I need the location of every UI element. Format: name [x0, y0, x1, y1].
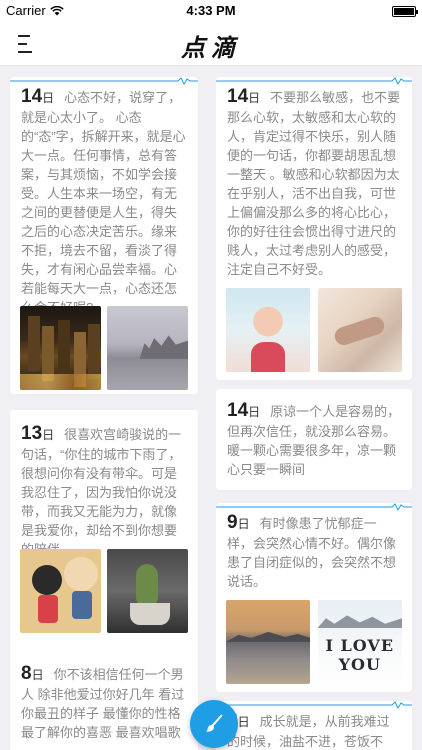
- page-title: 点滴: [181, 33, 241, 62]
- note-day-unit: 日: [42, 91, 55, 105]
- cactus-photo[interactable]: [107, 549, 188, 633]
- note-body: 不要那么敏感，也不要那么心软，太敏感和太心软的人，肯定过得不快乐，别人随便的一句…: [227, 90, 401, 277]
- note-text-block: 9日 有时像患了忧郁症一样，会突然心情不好。偶尔像患了自闭症似的，会突然不想说话。: [216, 503, 412, 591]
- note-text-block: 13日 很喜欢宫崎骏说的一句话，“你住的城市下雨了，很想问你有没有带伞。可是我忍住…: [10, 410, 198, 559]
- note-body: 很喜欢宫崎骏说的一句话，“你住的城市下雨了，很想问你有没有带伞。可是我忍住了，因…: [21, 427, 182, 557]
- compose-button[interactable]: [190, 700, 238, 748]
- note-day: 14: [227, 400, 249, 421]
- note-card[interactable]: 8日 你不该相信任何一个男人 除非他爱过你好几年 看过你最丑的样子 最懂你的性格 …: [10, 652, 198, 750]
- note-text-block: 14日 心态不好，说穿了，就是心太小了。 心态的“态”字，拆解开来，就是心大一点。…: [10, 77, 198, 317]
- note-photos: [20, 549, 188, 633]
- note-day-unit: 日: [237, 715, 250, 729]
- night-city-photo[interactable]: [20, 306, 101, 390]
- pulse-line-icon: [10, 77, 198, 85]
- brush-icon: [205, 714, 223, 732]
- note-body: 有时像患了忧郁症一样，会突然心情不好。偶尔像患了自闭症似的，会突然不想说话。: [227, 516, 397, 589]
- note-card[interactable]: 9日 有时像患了忧郁症一样，会突然心情不好。偶尔像患了自闭症似的，会突然不想说话。…: [216, 503, 412, 692]
- note-body: 成长就是，从前我难过的时候，油盐不进，苍饭不: [227, 714, 390, 749]
- note-photos: [20, 306, 188, 390]
- snow-love-photo[interactable]: I LOVE YOU: [317, 600, 402, 684]
- river-city-photo[interactable]: [226, 600, 311, 684]
- note-text-block: 14日 不要那么敏感，也不要那么心软，太敏感和太心软的人，肯定过得不快乐，别人随便…: [216, 77, 412, 279]
- note-card[interactable]: 14日 原谅一个人是容易的，但再次信任，就没那么容易。暖一颗心需要很多年，凉一颗心…: [216, 389, 412, 490]
- note-card[interactable]: 14日 不要那么敏感，也不要那么心软，太敏感和太心软的人，肯定过得不快乐，别人随便…: [216, 77, 412, 380]
- note-day-unit: 日: [248, 405, 261, 419]
- note-photos: [226, 288, 402, 372]
- pulse-line-icon: [216, 503, 412, 511]
- note-text-block: 8日 你不该相信任何一个男人 除非他爱过你好几年 看过你最丑的样子 最懂你的性格 …: [10, 652, 198, 742]
- cartoon-couple-photo[interactable]: [20, 549, 101, 633]
- note-day-unit: 日: [31, 668, 44, 682]
- note-body: 心态不好，说穿了，就是心太小了。 心态的“态”字，拆解开来，就是心大一点。任何事…: [21, 90, 186, 315]
- nav-bar: 点滴: [0, 22, 422, 66]
- holding-hands-photo[interactable]: [317, 288, 402, 372]
- note-day: 14: [21, 86, 43, 107]
- status-bar: Carrier 4:33 PM: [0, 0, 422, 22]
- feed[interactable]: 14日 心态不好，说穿了，就是心太小了。 心态的“态”字，拆解开来，就是心大一点。…: [0, 67, 422, 750]
- note-body: 你不该相信任何一个男人 除非他爱过你好几年 看过你最丑的样子 最懂你的性格 最了…: [21, 667, 185, 740]
- note-card[interactable]: 8日成长就是，从前我难过的时候，油盐不进，苍饭不: [216, 701, 412, 750]
- snow-photo-caption: I LOVE YOU: [325, 636, 395, 674]
- note-photos: I LOVE YOU: [226, 600, 402, 684]
- note-text-block: 14日 原谅一个人是容易的，但再次信任，就没那么容易。暖一颗心需要很多年，凉一颗心…: [216, 389, 412, 479]
- note-card[interactable]: 14日 心态不好，说穿了，就是心太小了。 心态的“态”字，拆解开来，就是心大一点。…: [10, 77, 198, 394]
- pulse-line-icon: [216, 77, 412, 85]
- note-day-unit: 日: [42, 428, 55, 442]
- note-day: 13: [21, 423, 43, 444]
- harbor-photo[interactable]: [107, 306, 188, 390]
- note-day-unit: 日: [248, 91, 261, 105]
- baby-photo[interactable]: [226, 288, 311, 372]
- status-time: 4:33 PM: [186, 3, 236, 18]
- note-day: 14: [227, 86, 249, 107]
- pulse-line-icon: [216, 701, 412, 709]
- note-day: 8: [21, 663, 32, 684]
- note-day-unit: 日: [237, 517, 250, 531]
- note-day: 9: [227, 512, 238, 533]
- battery-icon: [392, 6, 418, 17]
